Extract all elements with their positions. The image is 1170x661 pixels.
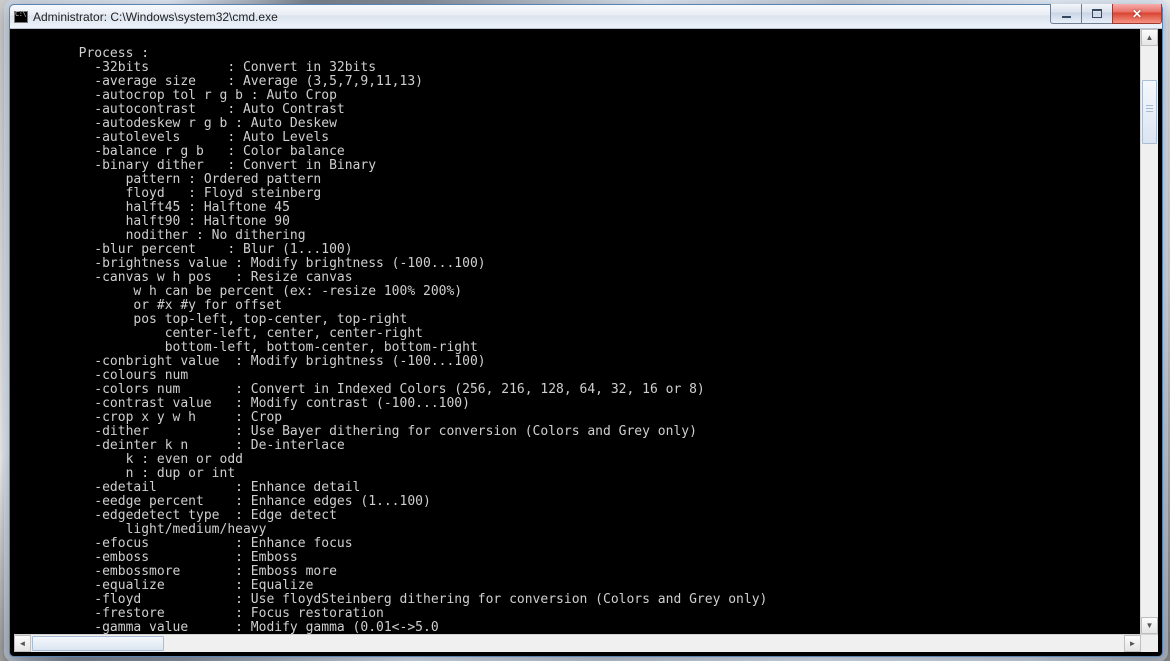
close-icon: ✕ (1132, 7, 1142, 21)
window-controls: ✕ (1051, 4, 1162, 24)
vertical-scroll-track[interactable] (1141, 46, 1158, 617)
minimize-button[interactable] (1050, 4, 1082, 24)
cmd-icon (14, 11, 28, 23)
horizontal-scroll-thumb[interactable] (32, 636, 164, 651)
scroll-down-button[interactable]: ▼ (1141, 617, 1158, 634)
vertical-scroll-thumb[interactable] (1142, 80, 1157, 144)
window-title: Administrator: C:\Windows\system32\cmd.e… (33, 10, 278, 24)
maximize-button[interactable] (1081, 4, 1113, 24)
size-grip[interactable] (1141, 635, 1158, 652)
close-button[interactable]: ✕ (1112, 4, 1162, 24)
minimize-icon (1062, 16, 1071, 18)
cmd-window: Administrator: C:\Windows\system32\cmd.e… (9, 4, 1163, 657)
titlebar[interactable]: Administrator: C:\Windows\system32\cmd.e… (10, 5, 1162, 29)
maximize-icon (1092, 9, 1102, 18)
scroll-left-button[interactable]: ◄ (14, 635, 31, 652)
scroll-up-button[interactable]: ▲ (1141, 29, 1158, 46)
scroll-right-button[interactable]: ► (1124, 635, 1141, 652)
vertical-scrollbar[interactable]: ▲ ▼ (1140, 29, 1158, 634)
horizontal-scrollbar[interactable]: ◄ ► (14, 634, 1158, 652)
terminal-client-area[interactable]: Process : -32bits : Convert in 32bits -a… (14, 29, 1158, 634)
terminal-output: Process : -32bits : Convert in 32bits -a… (14, 29, 1158, 635)
